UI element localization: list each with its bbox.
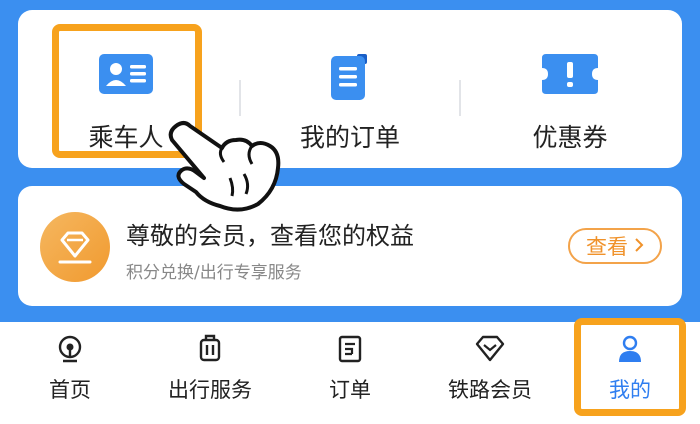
tab-home[interactable]: 首页: [0, 322, 140, 424]
divider: [239, 80, 241, 116]
order-list-icon: [335, 334, 365, 368]
tab-railway-member[interactable]: 铁路会员: [420, 322, 560, 424]
vip-title: 尊敬的会员，查看您的权益: [126, 222, 414, 250]
train-home-icon: [55, 334, 85, 368]
luggage-icon: [195, 334, 225, 368]
coupon-label: 优惠券: [532, 123, 608, 152]
tab-travel-services-label: 出行服务: [168, 378, 252, 402]
pointing-hand-icon: [160, 118, 290, 218]
divider: [459, 80, 461, 116]
vip-card[interactable]: 尊敬的会员，查看您的权益 积分兑换/出行专享服务 查看: [18, 186, 682, 306]
chevron-right-icon: [634, 234, 644, 258]
tab-home-label: 首页: [49, 378, 91, 402]
diamond-badge-icon: [40, 212, 110, 282]
highlight-box: [574, 318, 686, 416]
coupon-ticket-icon: [542, 54, 598, 98]
tab-orders-label: 订单: [329, 378, 371, 402]
tab-travel-services[interactable]: 出行服务: [140, 322, 280, 424]
order-document-icon: [327, 54, 373, 104]
vip-subtitle: 积分兑换/出行专享服务: [126, 263, 302, 283]
view-benefits-button[interactable]: 查看: [568, 228, 662, 264]
diamond-icon: [473, 334, 507, 368]
view-benefits-label: 查看: [586, 235, 628, 259]
coupon-button[interactable]: 优惠券: [470, 10, 670, 168]
tab-railway-member-label: 铁路会员: [448, 378, 532, 402]
tab-orders[interactable]: 订单: [280, 322, 420, 424]
